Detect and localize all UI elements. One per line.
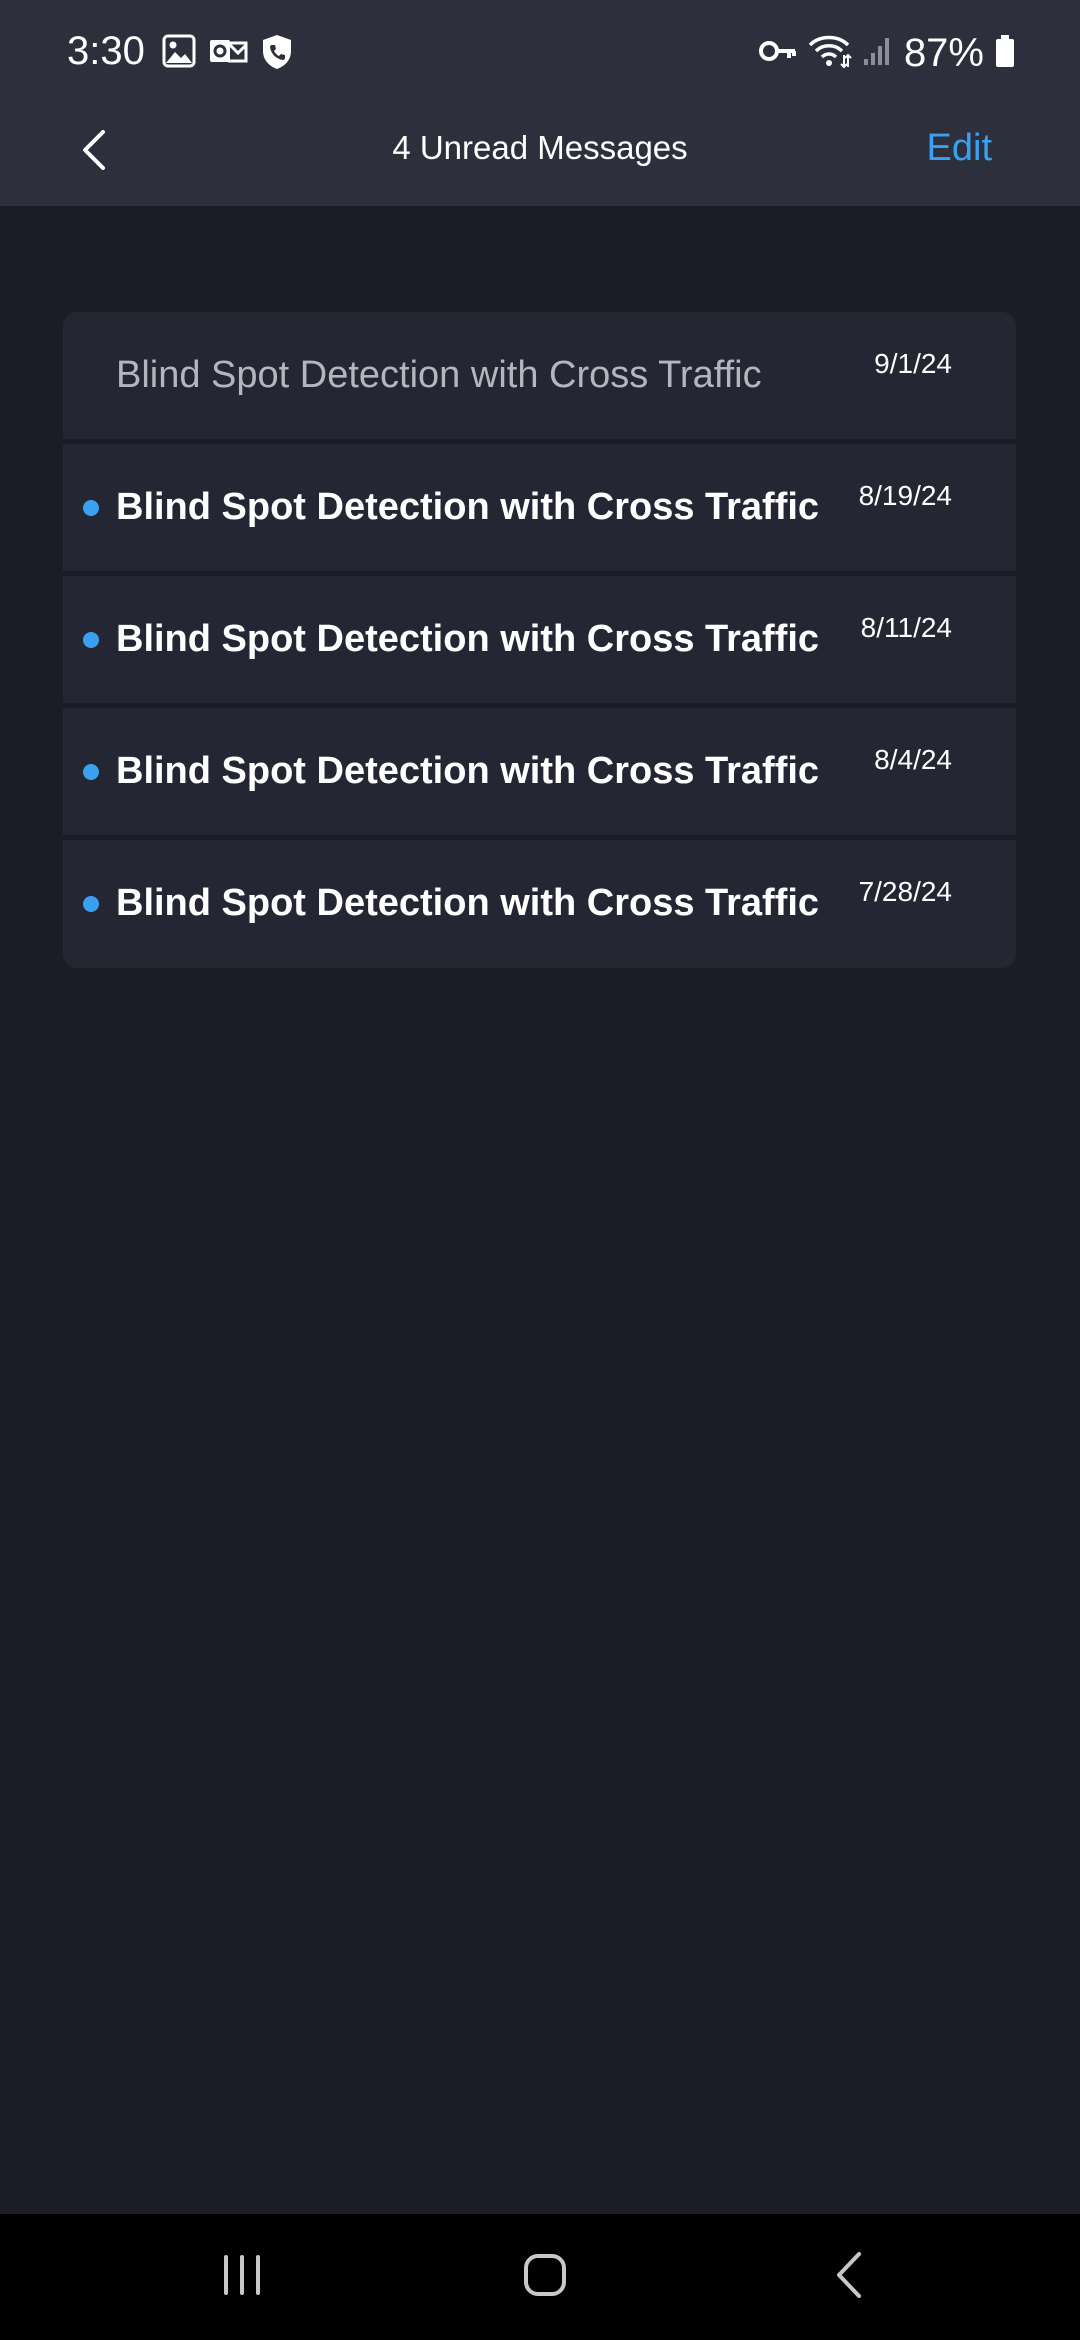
unread-dot (83, 500, 99, 516)
unread-dot (83, 896, 99, 912)
message-date: 9/1/24 (874, 348, 952, 379)
status-bar: 3:30 87% (0, 0, 1080, 105)
page-title: 4 Unread Messages (392, 129, 688, 166)
message-row[interactable]: Blind Spot Detection with Cross Traffic … (63, 840, 1016, 968)
edit-button[interactable]: Edit (927, 119, 992, 177)
message-date: 7/28/24 (858, 876, 952, 907)
signal-icon (862, 35, 894, 72)
message-title: Blind Spot Detection with Cross Traffic (116, 618, 820, 660)
navigation-bar (0, 2214, 1080, 2340)
message-title: Blind Spot Detection with Cross Traffic (116, 486, 820, 528)
message-title: Blind Spot Detection with Cross Traffic (116, 750, 820, 792)
vpn-key-icon (758, 36, 798, 71)
battery-icon (994, 34, 1016, 73)
status-notification-icons (162, 34, 294, 75)
message-title: Blind Spot Detection with Cross Traffic (116, 882, 820, 924)
shield-phone-icon (260, 34, 294, 75)
header: 4 Unread Messages Edit (0, 105, 1080, 206)
status-time: 3:30 (67, 29, 145, 73)
top-bar: 3:30 87% 4 Unread Messages Edit (0, 0, 1080, 206)
outlook-icon (208, 34, 248, 75)
message-date: 8/4/24 (874, 744, 952, 775)
home-icon (522, 2252, 568, 2303)
message-date: 8/19/24 (858, 480, 952, 511)
message-title: Blind Spot Detection with Cross Traffic (116, 354, 762, 396)
battery-percent: 87% (903, 31, 984, 75)
image-icon (162, 34, 196, 75)
recents-icon (218, 2253, 266, 2302)
unread-dot (83, 764, 99, 780)
unread-dot (83, 632, 99, 648)
status-system-icons: 87% (758, 30, 1016, 76)
system-back-button[interactable] (808, 2244, 888, 2310)
message-date: 8/11/24 (860, 612, 952, 643)
back-icon (831, 2250, 865, 2305)
wifi-icon (808, 33, 852, 74)
message-row[interactable]: Blind Spot Detection with Cross Traffic … (63, 708, 1016, 835)
message-list: Blind Spot Detection with Cross Traffic … (63, 312, 1016, 968)
recents-button[interactable] (202, 2244, 282, 2310)
home-button[interactable] (505, 2244, 585, 2310)
message-row[interactable]: Blind Spot Detection with Cross Traffic … (63, 576, 1016, 703)
message-row[interactable]: Blind Spot Detection with Cross Traffic … (63, 444, 1016, 571)
message-row[interactable]: Blind Spot Detection with Cross Traffic … (63, 312, 1016, 439)
